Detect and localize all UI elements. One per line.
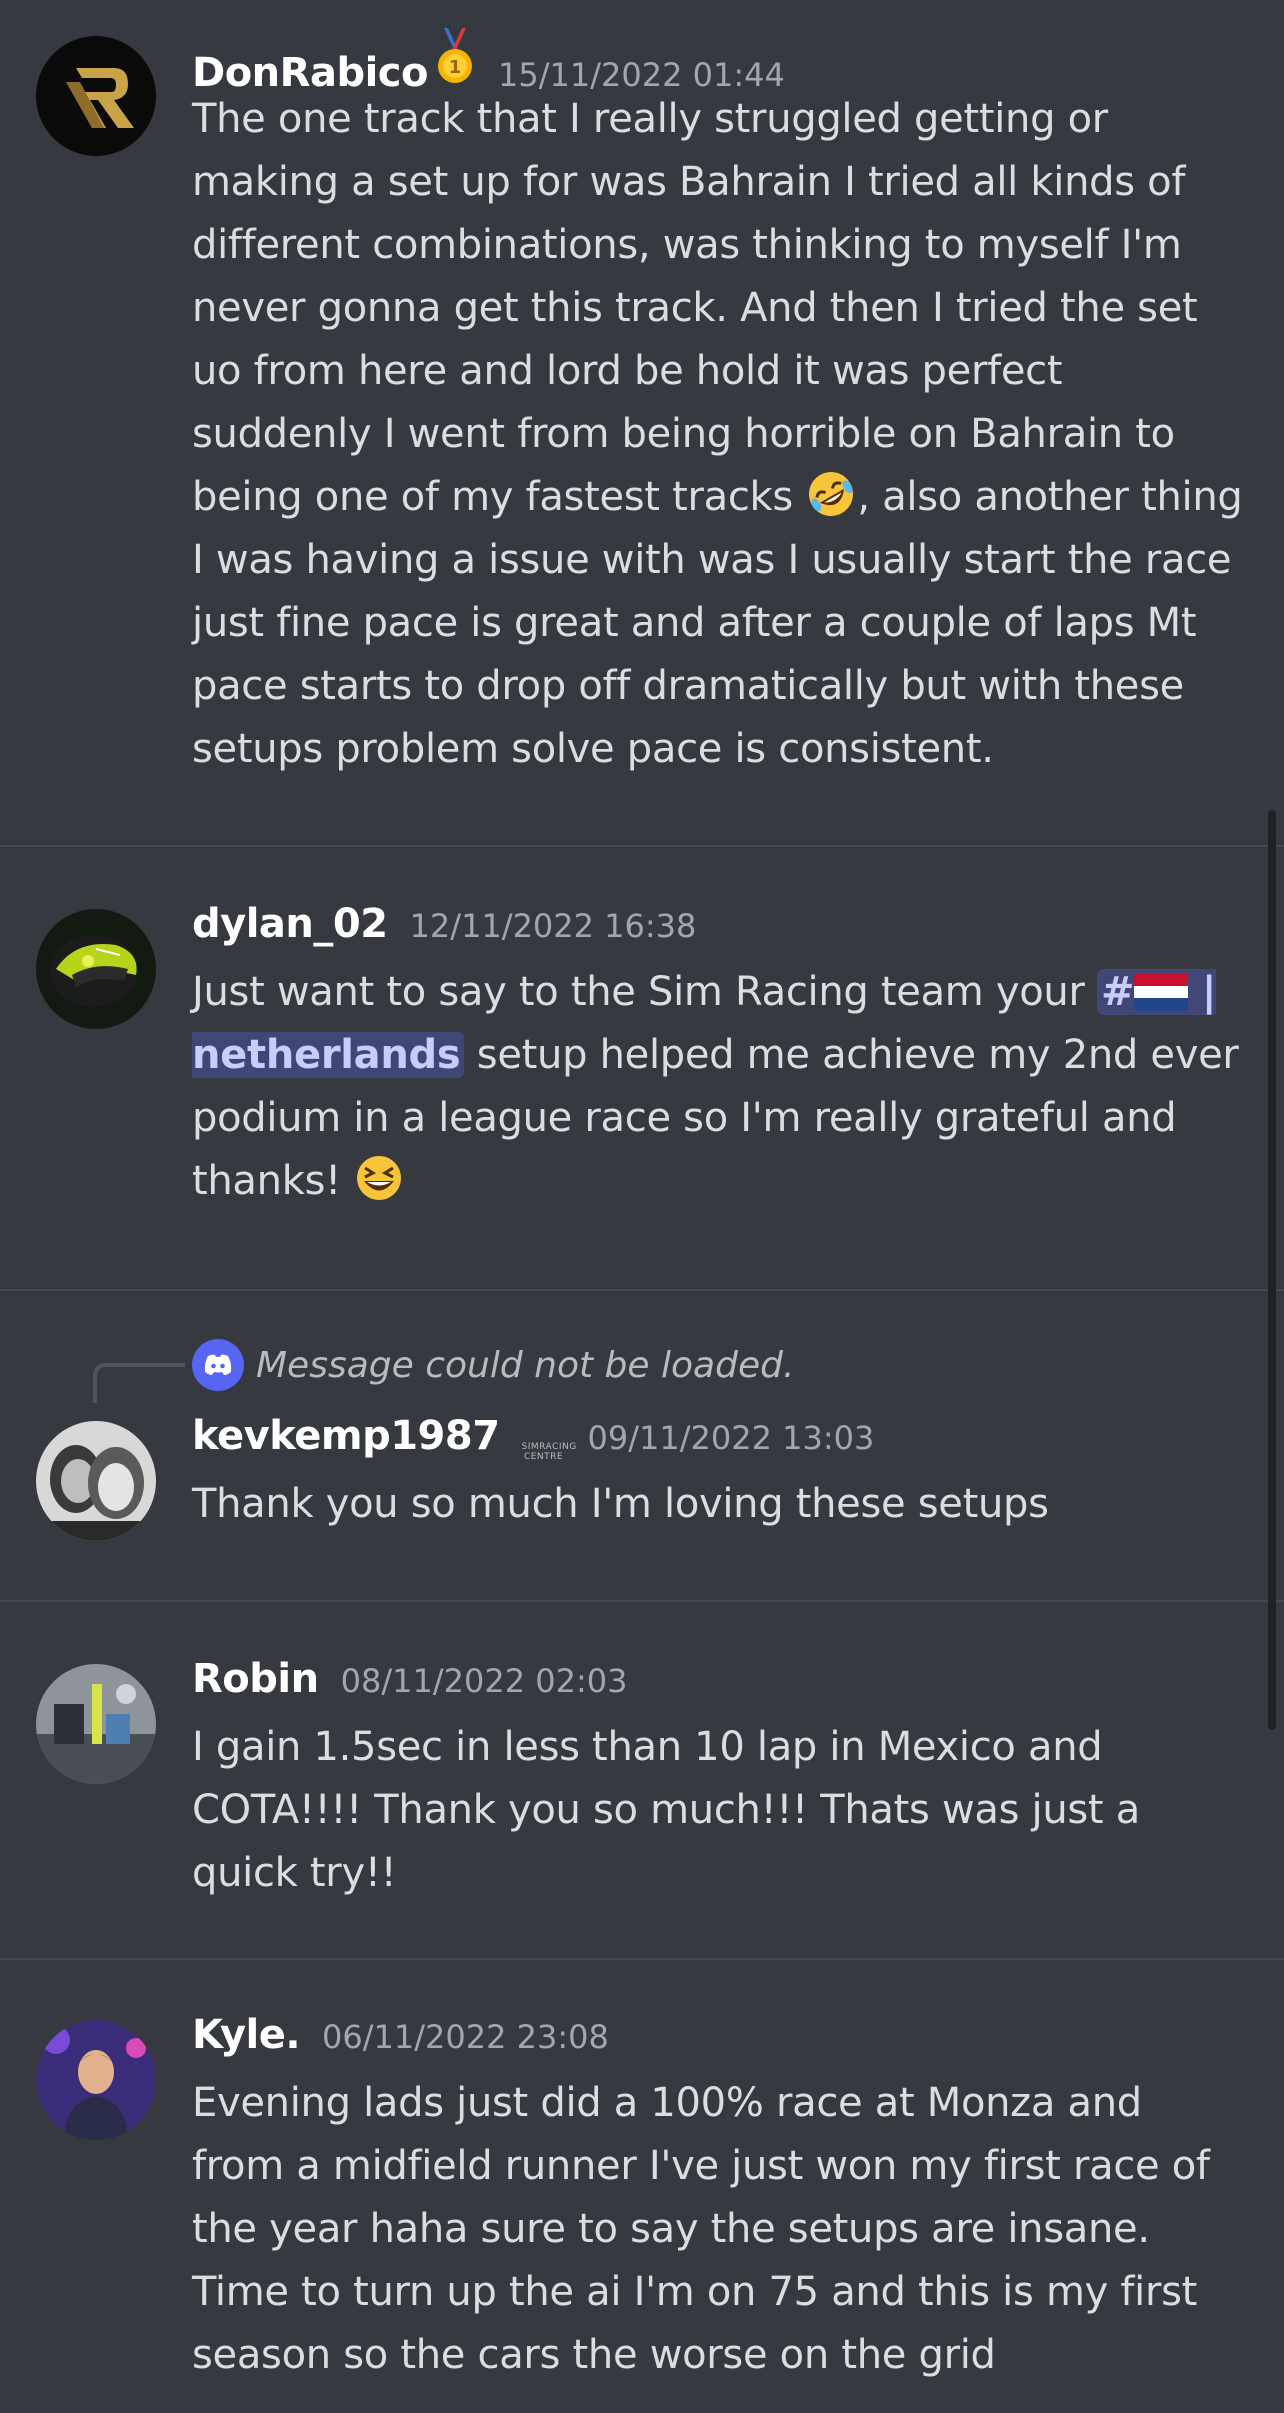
user-avatar-icon <box>36 1421 156 1541</box>
avatar[interactable] <box>36 36 156 156</box>
reply-reference[interactable]: Message could not be loaded. <box>192 1339 794 1391</box>
timestamp: 12/11/2022 16:38 <box>409 907 697 945</box>
username[interactable]: Kyle. <box>192 2012 301 2058</box>
user-avatar-icon <box>36 1664 156 1784</box>
avatar[interactable] <box>36 1421 156 1541</box>
first-place-medal-icon: 1 <box>438 28 472 83</box>
timestamp: 06/11/2022 23:08 <box>322 2018 609 2056</box>
user-avatar-icon <box>36 36 156 156</box>
user-avatar-icon <box>36 2020 156 2140</box>
scrollbar[interactable] <box>1268 810 1276 1730</box>
message-text: Thank you so much I'm loving these setup… <box>192 1481 1049 1527</box>
netherlands-flag-icon <box>1134 973 1189 1011</box>
username[interactable]: kevkemp1987 <box>192 1413 500 1459</box>
message-text: Evening lads just did a 100% race at Mon… <box>192 2080 1210 2378</box>
avatar[interactable] <box>36 2020 156 2140</box>
username[interactable]: dylan_02 <box>192 901 388 947</box>
timestamp: 08/11/2022 02:03 <box>340 1662 628 1700</box>
message-text: I gain 1.5sec in less than 10 lap in Mex… <box>192 1724 1140 1896</box>
timestamp: 09/11/2022 13:03 <box>587 1419 875 1457</box>
user-avatar-icon <box>36 909 156 1029</box>
message-text: Just want to say to the Sim Racing team … <box>192 969 1239 1204</box>
message-item: Message could not be loaded. kevkemp1987… <box>0 1291 1284 1600</box>
server-tag-badge: SIMRACING CENTRE <box>521 1442 577 1462</box>
message-item: Robin 08/11/2022 02:03 I gain 1.5sec in … <box>0 1602 1284 1958</box>
reply-text: Message could not be loaded. <box>256 1344 795 1386</box>
avatar[interactable] <box>36 909 156 1029</box>
discord-icon <box>192 1339 244 1391</box>
message-item: dylan_02 12/11/2022 16:38 Just want to s… <box>0 847 1284 1289</box>
message-item: Kyle. 06/11/2022 23:08 Evening lads just… <box>0 1960 1284 2413</box>
rolling-on-floor-laughing-emoji <box>809 472 854 516</box>
message-text: The one track that I really struggled ge… <box>192 96 1243 772</box>
username[interactable]: Robin <box>192 1656 319 1702</box>
message-item: DonRabico 1 15/11/2022 01:44 The one tra… <box>0 0 1284 845</box>
reply-connector <box>93 1363 185 1403</box>
svg-text:1: 1 <box>449 57 462 78</box>
avatar[interactable] <box>36 1664 156 1784</box>
grinning-squinting-face-emoji <box>357 1156 402 1200</box>
